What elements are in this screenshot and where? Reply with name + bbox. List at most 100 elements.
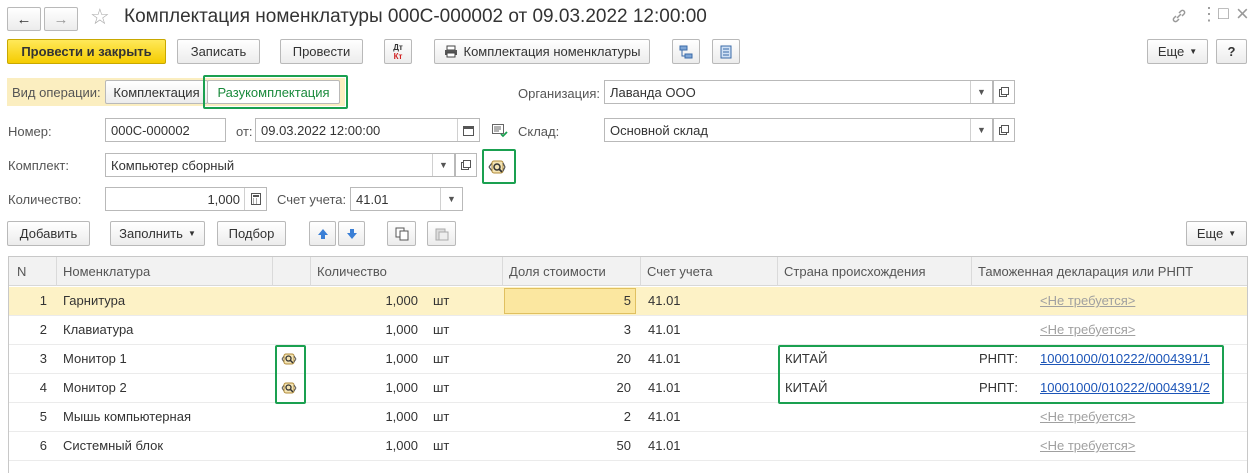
structure-button[interactable] xyxy=(672,39,700,64)
table-row[interactable]: 6 Системный блок 1,000 шт 50 41.01 <Не т… xyxy=(9,432,1247,461)
table-more-button[interactable]: Еще ▼ xyxy=(1186,221,1247,246)
col-header-cost-share[interactable]: Доля стоимости xyxy=(503,257,641,286)
cell-name: Мышь компьютерная xyxy=(63,409,191,424)
chevron-down-icon[interactable]: ▼ xyxy=(432,154,454,176)
menu-icon[interactable]: ⋮ xyxy=(1200,4,1218,25)
calendar-icon[interactable] xyxy=(457,119,479,141)
post-button[interactable]: Провести xyxy=(280,39,363,64)
cell-declaration[interactable]: <Не требуется> xyxy=(1040,316,1135,344)
kit-value: Компьютер сборный xyxy=(111,157,235,173)
cell-unit: шт xyxy=(433,380,450,395)
select-button[interactable]: Подбор xyxy=(217,221,286,246)
cell-unit: шт xyxy=(433,409,450,424)
cell-name: Системный блок xyxy=(63,438,164,453)
post-status-icon[interactable] xyxy=(492,124,508,138)
favorite-star-icon[interactable]: ☆ xyxy=(90,4,110,30)
paste-row-button[interactable] xyxy=(427,221,456,246)
kit-label: Комплект: xyxy=(8,158,69,173)
table-row[interactable]: 5 Мышь компьютерная 1,000 шт 2 41.01 <Не… xyxy=(9,403,1247,432)
more-label: Еще xyxy=(1157,44,1185,59)
organization-open-button[interactable] xyxy=(993,80,1015,104)
cell-name: Гарнитура xyxy=(63,293,126,308)
print-button[interactable]: Комплектация номенклатуры xyxy=(434,39,650,64)
cell-n: 4 xyxy=(39,380,47,395)
paste-icon xyxy=(435,228,448,240)
traceability-icon[interactable] xyxy=(487,159,507,175)
col-header-icon[interactable] xyxy=(273,257,311,286)
cell-declaration[interactable]: 10001000/010222/0004391/2 xyxy=(1040,374,1210,402)
cell-share: 20 xyxy=(616,380,631,395)
cell-share-edit[interactable]: 5 xyxy=(504,288,636,314)
journal-button[interactable] xyxy=(712,39,740,64)
copy-icon xyxy=(395,227,408,240)
traceability-icon[interactable] xyxy=(281,352,297,366)
col-header-nomenclature[interactable]: Номенклатура xyxy=(57,257,273,286)
cell-share: 3 xyxy=(623,322,631,337)
link-icon[interactable] xyxy=(1171,8,1187,24)
add-row-button[interactable]: Добавить xyxy=(7,221,90,246)
col-header-n[interactable]: N xyxy=(9,257,57,286)
write-button[interactable]: Записать xyxy=(177,39,260,64)
account-field[interactable]: 41.01 ▼ xyxy=(350,187,463,211)
quantity-value: 1,000 xyxy=(207,191,240,207)
move-up-button[interactable] xyxy=(309,221,336,246)
cell-account: 41.01 xyxy=(648,351,681,366)
chevron-down-icon[interactable]: ▼ xyxy=(970,119,992,141)
page-title: Комплектация номенклатуры 000С-000002 от… xyxy=(124,6,707,27)
items-table[interactable]: N Номенклатура Количество Доля стоимости… xyxy=(8,256,1248,473)
move-down-button[interactable] xyxy=(338,221,365,246)
warehouse-open-button[interactable] xyxy=(993,118,1015,142)
cell-account: 41.01 xyxy=(648,380,681,395)
table-header: N Номенклатура Количество Доля стоимости… xyxy=(9,257,1247,286)
table-row[interactable]: 3 Монитор 1 1,000 шт 20 41.01 КИТАЙ РНПТ… xyxy=(9,345,1247,374)
cell-declaration[interactable]: <Не требуется> xyxy=(1040,287,1135,315)
quantity-field[interactable]: 1,000 xyxy=(105,187,267,211)
cell-unit: шт xyxy=(433,293,450,308)
col-header-country[interactable]: Страна происхождения xyxy=(778,257,972,286)
cell-n: 5 xyxy=(39,409,47,424)
chevron-down-icon[interactable]: ▼ xyxy=(440,188,462,210)
chevron-down-icon[interactable]: ▼ xyxy=(970,81,992,103)
printer-icon xyxy=(444,45,457,58)
table-row[interactable]: 1 Гарнитура 1,000 шт 5 41.01 <Не требует… xyxy=(9,287,1247,316)
warehouse-label: Склад: xyxy=(518,124,560,139)
number-value: 000С-000002 xyxy=(111,122,190,138)
copy-row-button[interactable] xyxy=(387,221,416,246)
op-disassembly-button[interactable]: Разукомплектация xyxy=(207,80,340,104)
chevron-down-icon: ▼ xyxy=(1189,47,1198,56)
kit-open-button[interactable] xyxy=(455,153,477,177)
calculator-icon[interactable] xyxy=(244,188,266,210)
cell-declaration[interactable]: <Не требуется> xyxy=(1040,432,1135,460)
table-row[interactable]: 4 Монитор 2 1,000 шт 20 41.01 КИТАЙ РНПТ… xyxy=(9,374,1247,403)
cell-qty: 1,000 xyxy=(385,322,418,337)
cell-qty: 1,000 xyxy=(385,351,418,366)
table-row[interactable]: 2 Клавиатура 1,000 шт 3 41.01 <Не требуе… xyxy=(9,316,1247,345)
col-header-declaration[interactable]: Таможенная декларация или РНПТ xyxy=(972,257,1227,286)
dt-kt-button[interactable]: Дт Кт xyxy=(384,39,412,64)
organization-field[interactable]: Лаванда ООО ▼ xyxy=(604,80,993,104)
date-field[interactable]: 09.03.2022 12:00:00 xyxy=(255,118,480,142)
forward-button[interactable]: → xyxy=(44,7,78,31)
cell-name: Монитор 1 xyxy=(63,351,127,366)
col-header-account[interactable]: Счет учета xyxy=(641,257,778,286)
maximize-icon[interactable]: □ xyxy=(1218,3,1229,24)
kit-field[interactable]: Компьютер сборный ▼ xyxy=(105,153,455,177)
help-button[interactable]: ? xyxy=(1216,39,1247,64)
post-and-close-button[interactable]: Провести и закрыть xyxy=(7,39,166,64)
cell-n: 6 xyxy=(39,438,47,453)
op-assembly-button[interactable]: Комплектация xyxy=(105,80,208,104)
cell-rnpt-label: РНПТ: xyxy=(979,351,1018,366)
traceability-icon[interactable] xyxy=(281,381,297,395)
warehouse-field[interactable]: Основной склад ▼ xyxy=(604,118,993,142)
close-icon[interactable]: × xyxy=(1236,1,1249,27)
account-value: 41.01 xyxy=(356,191,389,207)
number-field[interactable]: 000С-000002 xyxy=(105,118,226,142)
cell-declaration[interactable]: 10001000/010222/0004391/1 xyxy=(1040,345,1210,373)
fill-button[interactable]: Заполнить ▼ xyxy=(110,221,205,246)
cell-declaration[interactable]: <Не требуется> xyxy=(1040,403,1135,431)
open-icon xyxy=(999,125,1009,135)
more-button[interactable]: Еще ▼ xyxy=(1147,39,1208,64)
col-header-quantity[interactable]: Количество xyxy=(311,257,503,286)
back-button[interactable]: ← xyxy=(7,7,41,31)
fill-label: Заполнить xyxy=(119,226,183,241)
